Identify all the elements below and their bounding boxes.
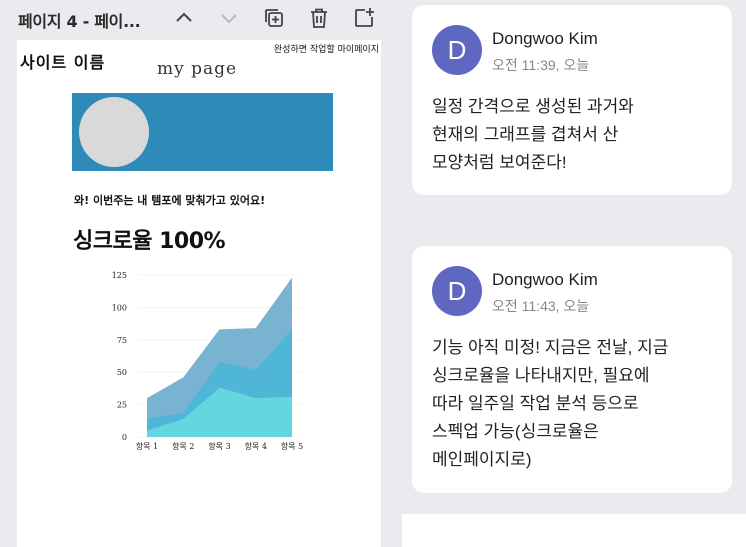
x-tick-label: 항목 4 xyxy=(245,442,267,451)
page-canvas[interactable]: 사이트 이름 완성하면 작업할 마이페이지 my page 와! 이번주는 내 … xyxy=(17,40,381,547)
y-tick-label: 0 xyxy=(122,433,127,442)
avatar: D xyxy=(432,25,482,75)
y-tick-label: 100 xyxy=(112,303,127,312)
comment-body: 기능 아직 미정! 지금은 전날, 지금 싱크로율을 나타내지만, 필요에 따라… xyxy=(432,338,669,469)
editor-toolbar: 페이지 4 - 페이... xyxy=(0,0,390,38)
comment-author: Dongwoo Kim xyxy=(492,29,598,48)
page-tab[interactable]: 페이지 4 - 페이... xyxy=(18,8,141,32)
top-note: 완성하면 작업할 마이페이지 xyxy=(273,45,379,55)
comment-card: D Dongwoo Kim 오전 11:43, 오늘 기능 아직 미정! 지금은… xyxy=(412,246,732,493)
cheer-text: 와! 이번주는 내 템포에 맞춰가고 있어요! xyxy=(74,194,266,207)
sync-rate: 싱크로율 100% xyxy=(73,229,226,254)
avatar: D xyxy=(432,266,482,316)
trash-icon[interactable] xyxy=(307,6,331,30)
y-tick-label: 50 xyxy=(117,368,127,377)
x-tick-label: 항목 1 xyxy=(136,442,158,451)
y-tick-label: 125 xyxy=(112,271,127,280)
page-title: my page xyxy=(157,59,238,79)
y-tick-label: 75 xyxy=(117,336,127,345)
comment-card: D Dongwoo Kim 오전 11:39, 오늘 일정 간격으로 생성된 과… xyxy=(412,5,732,195)
comment-body: 일정 간격으로 생성된 과거와 현재의 그래프를 겹쳐서 산 모양처럼 보여준다… xyxy=(432,97,634,172)
duplicate-page-icon[interactable] xyxy=(262,6,286,30)
site-name: 사이트 이름 xyxy=(20,53,106,72)
chevron-up-icon[interactable] xyxy=(172,6,196,30)
y-tick-label: 25 xyxy=(117,401,127,410)
profile-avatar xyxy=(79,97,149,167)
comment-time: 오전 11:43, 오늘 xyxy=(492,298,590,314)
chevron-down-icon[interactable] xyxy=(217,6,241,30)
x-tick-label: 항목 3 xyxy=(208,442,230,451)
add-page-icon[interactable] xyxy=(352,6,376,30)
comment-input-panel[interactable] xyxy=(402,514,746,547)
comment-time: 오전 11:39, 오늘 xyxy=(492,57,590,73)
x-tick-label: 항목 2 xyxy=(172,442,194,451)
x-tick-label: 항목 5 xyxy=(281,442,303,451)
comment-author: Dongwoo Kim xyxy=(492,270,598,289)
profile-banner xyxy=(72,93,333,171)
area-chart: 0 25 50 75 100 125 항목 1 항목 2 항목 3 항목 4 항목 5 xyxy=(112,271,303,451)
